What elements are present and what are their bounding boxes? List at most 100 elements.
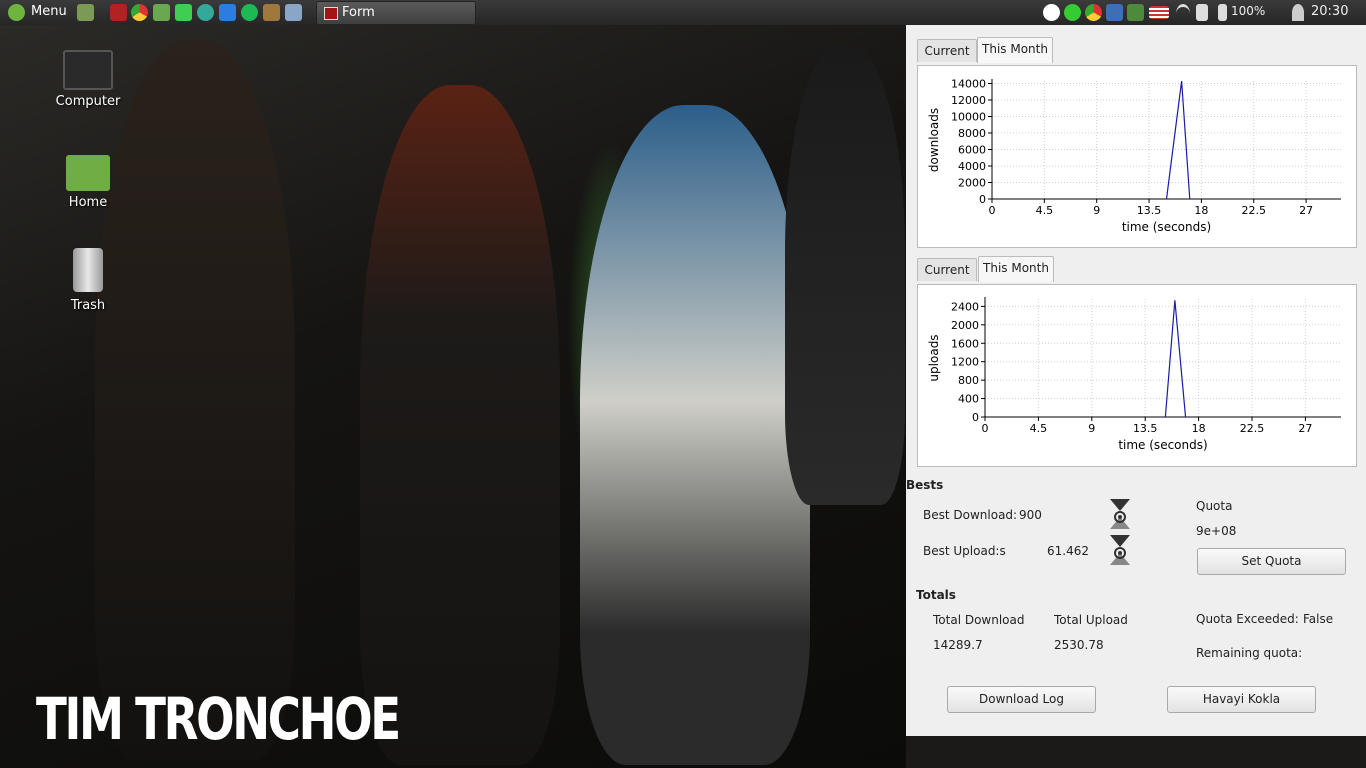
wallpaper-figure: [785, 45, 905, 505]
total-upload-value: 2530.78: [1054, 638, 1104, 652]
y-tick-label: 400: [958, 393, 979, 406]
quota-value: 9e+08: [1196, 524, 1237, 538]
wallpaper-figure: [580, 105, 810, 765]
x-tick-label: 4.5: [1036, 204, 1054, 217]
window-title: Form: [342, 5, 375, 20]
tab-current[interactable]: Current: [917, 258, 977, 281]
desktop-wallpaper: [0, 25, 906, 768]
y-tick-label: 1200: [951, 356, 979, 369]
spotify-icon[interactable]: [241, 4, 258, 21]
user-icon[interactable]: [1292, 4, 1304, 21]
y-tick-label: 800: [958, 374, 979, 387]
quota-exceeded-label: Quota Exceeded:: [1196, 612, 1299, 626]
taskbar: Menu Form 100% 20:30: [0, 0, 1366, 26]
desktop-icon-label: Home: [68, 195, 108, 210]
total-download-label: Total Download: [933, 613, 1025, 627]
taskbar-window-form[interactable]: Form: [316, 1, 476, 25]
computer-icon: [63, 50, 113, 90]
trash-icon: [73, 248, 103, 292]
quota-exceeded-value: False: [1303, 612, 1334, 626]
home-folder-icon: [66, 155, 110, 191]
x-tick-label: 27: [1299, 204, 1313, 217]
window-app-icon: [324, 7, 338, 20]
mint-menu-icon[interactable]: [8, 4, 25, 21]
x-tick-label: 0: [989, 204, 996, 217]
keyboard-layout-flag-icon[interactable]: [1149, 6, 1169, 19]
downloads-chart: 0 4.5 9 13.5 18 22.5 27 0 2000 4000 6000 8000 10000 1…: [927, 77, 1341, 234]
chrome-tray-icon[interactable]: [1085, 4, 1102, 21]
y-tick-label: 4000: [958, 160, 986, 173]
x-tick-label: 22.5: [1242, 204, 1267, 217]
remaining-quota-label: Remaining quota:: [1196, 646, 1303, 660]
best-download-label: Best Download:: [923, 508, 1018, 522]
qt-creator-icon[interactable]: [175, 4, 192, 21]
files-icon[interactable]: [153, 4, 170, 21]
download-log-button[interactable]: Download Log: [947, 686, 1096, 713]
desktop-icon-label: Computer: [55, 94, 121, 109]
tab-current[interactable]: Current: [917, 39, 977, 62]
best-upload-label: Best Upload:s: [923, 544, 1006, 558]
terminal-app-icon[interactable]: [110, 4, 127, 21]
y-tick-label: 0: [979, 193, 986, 206]
best-upload-badge-icon: [1110, 535, 1130, 565]
brackets-icon[interactable]: [219, 4, 236, 21]
x-tick-label: 4.5: [1030, 422, 1048, 435]
wifi-icon[interactable]: [1176, 4, 1190, 24]
x-axis-label: time (seconds): [1118, 438, 1207, 452]
y-tick-label: 14000: [951, 77, 986, 90]
chat-icon[interactable]: [1064, 4, 1081, 21]
y-tick-label: 6000: [958, 143, 986, 156]
best-upload-value: 61.462: [1047, 544, 1089, 558]
series-line: [1165, 81, 1191, 200]
x-tick-label: 13.5: [1133, 422, 1158, 435]
tab-this-month[interactable]: This Month: [978, 256, 1054, 282]
y-tick-label: 2000: [958, 176, 986, 189]
form-window: Current This Month 0 4.5 9 13.5 18 22.5 27 0 200…: [906, 25, 1366, 736]
y-tick-label: 0: [972, 411, 979, 424]
x-tick-label: 9: [1093, 204, 1100, 217]
chrome-icon[interactable]: [131, 4, 148, 21]
series-line: [1164, 300, 1187, 418]
havayi-kokla-button[interactable]: Havayi Kokla: [1167, 686, 1316, 713]
desktop-icon-home[interactable]: Home: [43, 155, 133, 210]
menu-button[interactable]: Menu: [31, 4, 67, 19]
desktop-icon-label: Trash: [70, 298, 106, 313]
x-tick-label: 18: [1194, 204, 1208, 217]
best-download-value: 900: [1019, 508, 1042, 522]
totals-heading: Totals: [916, 588, 956, 602]
bests-heading: Bests: [906, 478, 944, 492]
uploads-chart-panel: 0 4.5 9 13.5 18 22.5 27 0 400 800 1200 1600 2000 2400…: [917, 284, 1357, 467]
network-vpn-icon[interactable]: [1127, 4, 1144, 21]
x-tick-label: 18: [1192, 422, 1206, 435]
tab-this-month[interactable]: This Month: [977, 37, 1053, 63]
downloads-chart-panel: 0 4.5 9 13.5 18 22.5 27 0 2000 4000 6000 8000 10000 1…: [917, 65, 1357, 248]
update-manager-icon[interactable]: [1043, 4, 1060, 21]
total-upload-label: Total Upload: [1054, 613, 1128, 627]
uploads-chart: 0 4.5 9 13.5 18 22.5 27 0 400 800 1200 1600 2000 2400…: [927, 297, 1341, 452]
clock[interactable]: 20:30: [1311, 4, 1348, 19]
y-tick-label: 10000: [951, 110, 986, 123]
total-download-value: 14289.7: [933, 638, 983, 652]
x-tick-label: 9: [1088, 422, 1095, 435]
y-tick-label: 8000: [958, 127, 986, 140]
wallpaper-figure: [360, 85, 560, 765]
desktop-icon-trash[interactable]: Trash: [43, 248, 133, 313]
y-tick-label: 2400: [951, 300, 979, 313]
wallpaper-logo-text: TIM TRONCHOE: [36, 685, 401, 753]
battery-percent: 100%: [1231, 4, 1266, 18]
game-app-icon[interactable]: [263, 4, 280, 21]
show-desktop-icon[interactable]: [77, 4, 94, 21]
x-tick-label: 22.5: [1240, 422, 1265, 435]
y-tick-label: 2000: [951, 319, 979, 332]
volume-icon[interactable]: [1196, 4, 1208, 21]
app-icon[interactable]: [197, 4, 214, 21]
y-axis-label: uploads: [927, 334, 941, 381]
screenshot-icon[interactable]: [285, 4, 302, 21]
shield-icon[interactable]: [1106, 4, 1123, 21]
x-tick-label: 0: [982, 422, 989, 435]
set-quota-button[interactable]: Set Quota: [1197, 548, 1346, 575]
wallpaper-figure: [95, 40, 295, 760]
desktop-icon-computer[interactable]: Computer: [43, 50, 133, 109]
battery-icon[interactable]: [1218, 4, 1227, 21]
y-axis-label: downloads: [927, 108, 941, 172]
